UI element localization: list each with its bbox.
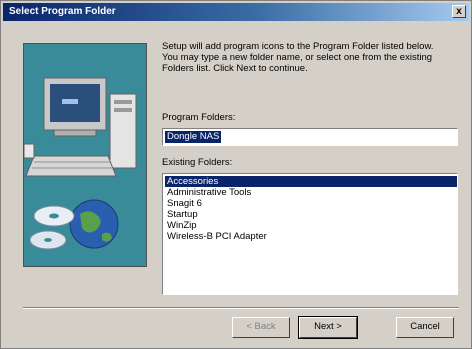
instructions-text: Setup will add program icons to the Prog… [162,41,462,74]
folder-list-item[interactable]: Administrative Tools [165,187,457,198]
folder-list-item[interactable]: Snagit 6 [165,198,457,209]
instructions-line: Folders list. Click Next to continue. [162,63,308,74]
close-button[interactable]: x [452,5,466,18]
instructions-line: Setup will add program icons to the Prog… [162,41,434,52]
folder-list-item[interactable]: Accessories [165,176,457,187]
instructions-line: You may type a new folder name, or selec… [162,52,433,63]
existing-folders-list[interactable]: Accessories Administrative Tools Snagit … [162,173,458,295]
program-folder-input[interactable]: Dongle NAS [162,128,458,146]
title-bar[interactable]: Select Program Folder x [3,3,469,21]
setup-illustration [23,43,147,267]
window-title: Select Program Folder [9,6,116,17]
computer-icon [24,77,137,177]
folder-list-item[interactable]: Wireless-B PCI Adapter [165,231,457,242]
existing-folders-label: Existing Folders: [162,157,233,168]
folder-list-item[interactable]: Startup [165,209,457,220]
cd-icon [29,205,75,250]
button-separator [23,307,459,309]
select-program-folder-dialog: Select Program Folder x Setup will add p… [0,0,472,349]
program-folder-value: Dongle NAS [165,131,222,143]
folder-list-item[interactable]: WinZip [165,220,457,231]
cancel-button[interactable]: Cancel [396,317,454,338]
program-folders-label: Program Folders: [162,112,236,123]
globe-icon [69,199,119,249]
next-button[interactable]: Next > [298,316,358,339]
back-button[interactable]: < Back [232,317,290,338]
